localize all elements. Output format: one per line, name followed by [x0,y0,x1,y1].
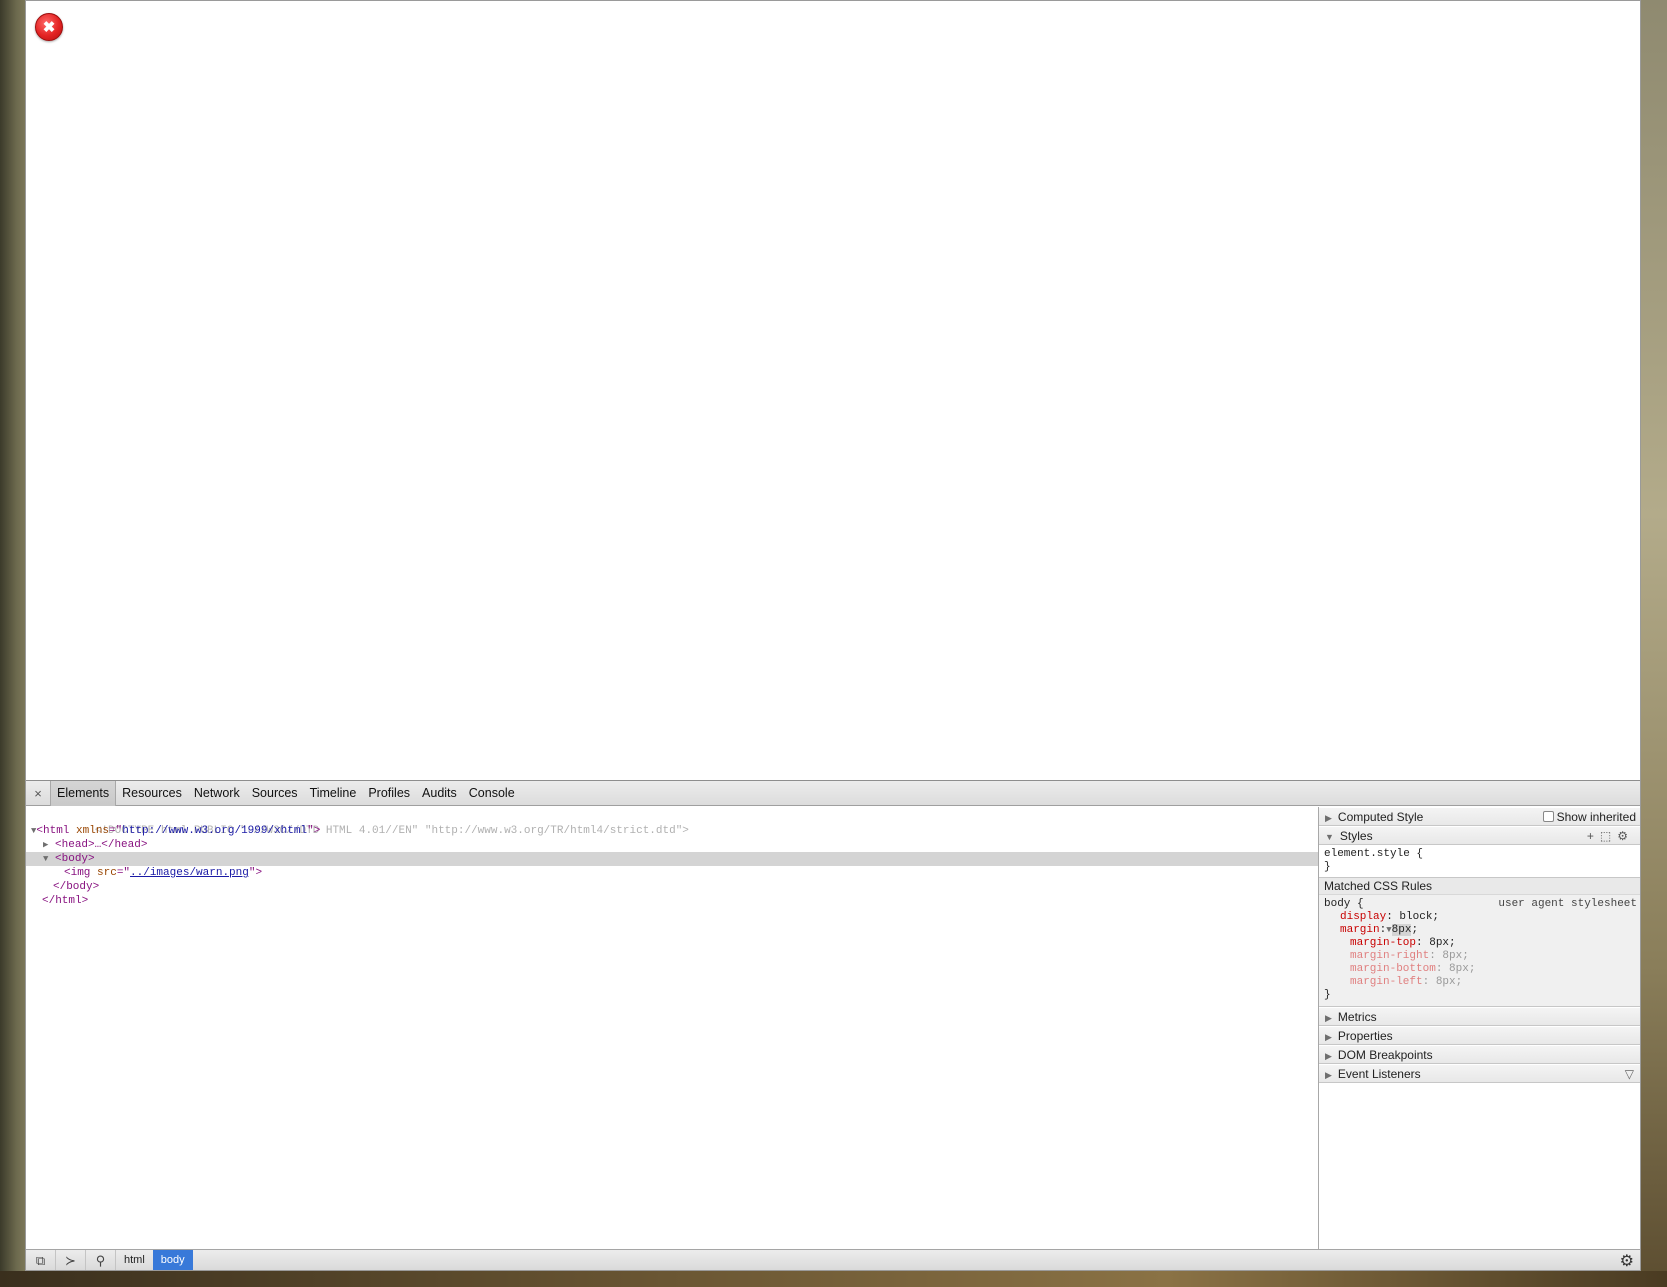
img-attr-name: src [97,867,117,879]
element-style-rule[interactable]: element.style { } [1319,845,1640,877]
section-metrics[interactable]: ▶ Metrics [1319,1007,1640,1026]
section-event-listeners[interactable]: ▶ Event Listeners ▽ [1319,1064,1640,1083]
browser-window: ✖ × Elements Resources Network Sources T… [25,0,1641,1271]
filter-icon[interactable]: ▽ [1625,1065,1634,1083]
prop-margin-bottom[interactable]: margin-bottom: 8px; [1324,963,1636,976]
dom-node-html[interactable]: ▼<html xmlns="http://www.w3.org/1999/xht… [26,824,1318,838]
devtools-panel: × Elements Resources Network Sources Tim… [26,780,1640,1270]
collapse-triangle-icon: ▶ [1325,1013,1332,1023]
prop-value: 8px; [1435,976,1463,988]
dom-node-head[interactable]: ▶ <head>…</head> [26,838,1318,852]
prop-value: 8px [1391,924,1412,936]
tab-resources[interactable]: Resources [116,781,188,806]
prop-name: margin-left [1350,976,1423,988]
img-tag: <img [64,867,91,879]
desktop-background-right [1641,0,1667,1287]
add-rule-icon[interactable]: + [1587,829,1600,843]
prop-name: margin [1340,924,1380,936]
head-tag: <head>…</head> [55,839,148,851]
prop-margin-left[interactable]: margin-left: 8px; [1324,976,1636,989]
section-computed-style[interactable]: ▶ Computed Style Show inherited [1319,807,1640,826]
prop-value: block; [1399,911,1440,923]
dom-node-doctype[interactable]: <!DOCTYPE html PUBLIC "-//W3C//DTD HTML … [26,810,1318,837]
section-title: Styles [1339,829,1373,843]
tab-sources[interactable]: Sources [246,781,304,806]
page-viewport: ✖ [26,1,1640,780]
search-icon[interactable]: ⚲ [86,1249,116,1270]
prop-value: 8px; [1442,950,1469,962]
dom-tree: <!DOCTYPE html PUBLIC "-//W3C//DTD HTML … [26,807,1318,1249]
prop-value: 8px; [1449,963,1476,975]
dom-node-body-close[interactable]: </body> [26,880,1318,894]
close-brace: } [1324,861,1331,873]
collapse-triangle-icon[interactable]: ▶ [43,840,48,850]
user-agent-stylesheet-label: user agent stylesheet [1498,898,1637,910]
show-inherited-checkbox[interactable] [1542,811,1554,822]
prop-display[interactable]: display: block; [1324,911,1636,924]
element-state-icon[interactable]: ⬚ [1600,829,1617,843]
tab-audits[interactable]: Audits [416,781,463,806]
prop-name: margin-right [1350,950,1430,962]
tab-profiles[interactable]: Profiles [362,781,416,806]
tab-network[interactable]: Network [188,781,246,806]
show-inherited-toggle[interactable]: Show inherited [1542,808,1636,826]
console-drawer-icon[interactable]: ≻ [56,1249,86,1270]
img-src-link[interactable]: ../images/warn.png [130,867,249,879]
collapse-triangle-icon: ▶ [1325,1051,1332,1061]
html-close-tag: </html> [42,895,89,907]
section-title: DOM Breakpoints [1337,1048,1433,1062]
tab-console[interactable]: Console [463,781,521,806]
desktop-background-bottom [0,1271,1667,1287]
prop-margin-right[interactable]: margin-right: 8px; [1324,950,1636,963]
section-title: Properties [1337,1029,1393,1043]
expand-triangle-icon[interactable]: ▼ [1386,925,1391,935]
html-attr-name: xmlns [76,825,110,837]
html-tag: <html [36,825,70,837]
dock-icon[interactable]: ⧉ [26,1249,56,1270]
dom-node-img[interactable]: <img src="../images/warn.png"> [26,866,1318,880]
section-title: Metrics [1337,1010,1377,1024]
section-properties[interactable]: ▶ Properties [1319,1026,1640,1045]
prop-name: display [1340,911,1387,923]
close-devtools-icon[interactable]: × [26,786,50,801]
prop-margin[interactable]: margin:▼8px; [1324,924,1636,937]
section-title: Event Listeners [1337,1067,1421,1081]
section-dom-breakpoints[interactable]: ▶ DOM Breakpoints [1319,1045,1640,1064]
expand-triangle-icon[interactable]: ▼ [43,854,48,864]
breadcrumb-body[interactable]: body [152,1250,193,1270]
element-style-selector: element.style { [1324,848,1424,860]
close-brace: } [1324,989,1331,1001]
collapse-triangle-icon: ▶ [1325,813,1332,823]
section-title: Computed Style [1337,810,1424,824]
prop-value: 8px; [1429,937,1456,949]
settings-gear-icon[interactable]: ⚙ [1620,1251,1634,1270]
prop-margin-top[interactable]: margin-top: 8px; [1324,937,1636,950]
expand-triangle-icon: ▼ [1325,832,1334,842]
matched-css-rules-header: Matched CSS Rules [1319,877,1640,895]
prop-name: margin-top [1350,937,1417,949]
collapse-triangle-icon: ▶ [1325,1070,1332,1080]
html-attr-value: http://www.w3.org/1999/xhtml [122,825,308,837]
body-close-tag: </body> [53,881,100,893]
gear-icon[interactable]: ⚙ [1617,829,1634,843]
prop-name: margin-bottom [1350,963,1436,975]
warn-icon: ✖ [35,13,63,41]
tab-elements[interactable]: Elements [50,780,117,806]
tab-timeline[interactable]: Timeline [304,781,363,806]
devtools-status-bar: ⧉ ≻ ⚲ html body ⚙ [26,1249,1640,1270]
sidebar-pane: ▶ Computed Style Show inherited ▼ Styles +… [1318,807,1640,1249]
show-inherited-label: Show inherited [1556,810,1636,824]
breadcrumb-html[interactable]: html [116,1250,153,1270]
dom-node-body[interactable]: ▼ <body> [26,852,1318,866]
body-tag: <body> [55,853,95,865]
dom-node-html-close[interactable]: </html> [26,894,1318,908]
devtools-toolbar: × Elements Resources Network Sources Tim… [26,780,1640,806]
section-styles[interactable]: ▼ Styles +⬚⚙ [1319,826,1640,845]
body-rule[interactable]: user agent stylesheet body { display: bl… [1319,895,1640,1007]
styles-toolbar: +⬚⚙ [1587,827,1634,845]
collapse-triangle-icon: ▶ [1325,1032,1332,1042]
